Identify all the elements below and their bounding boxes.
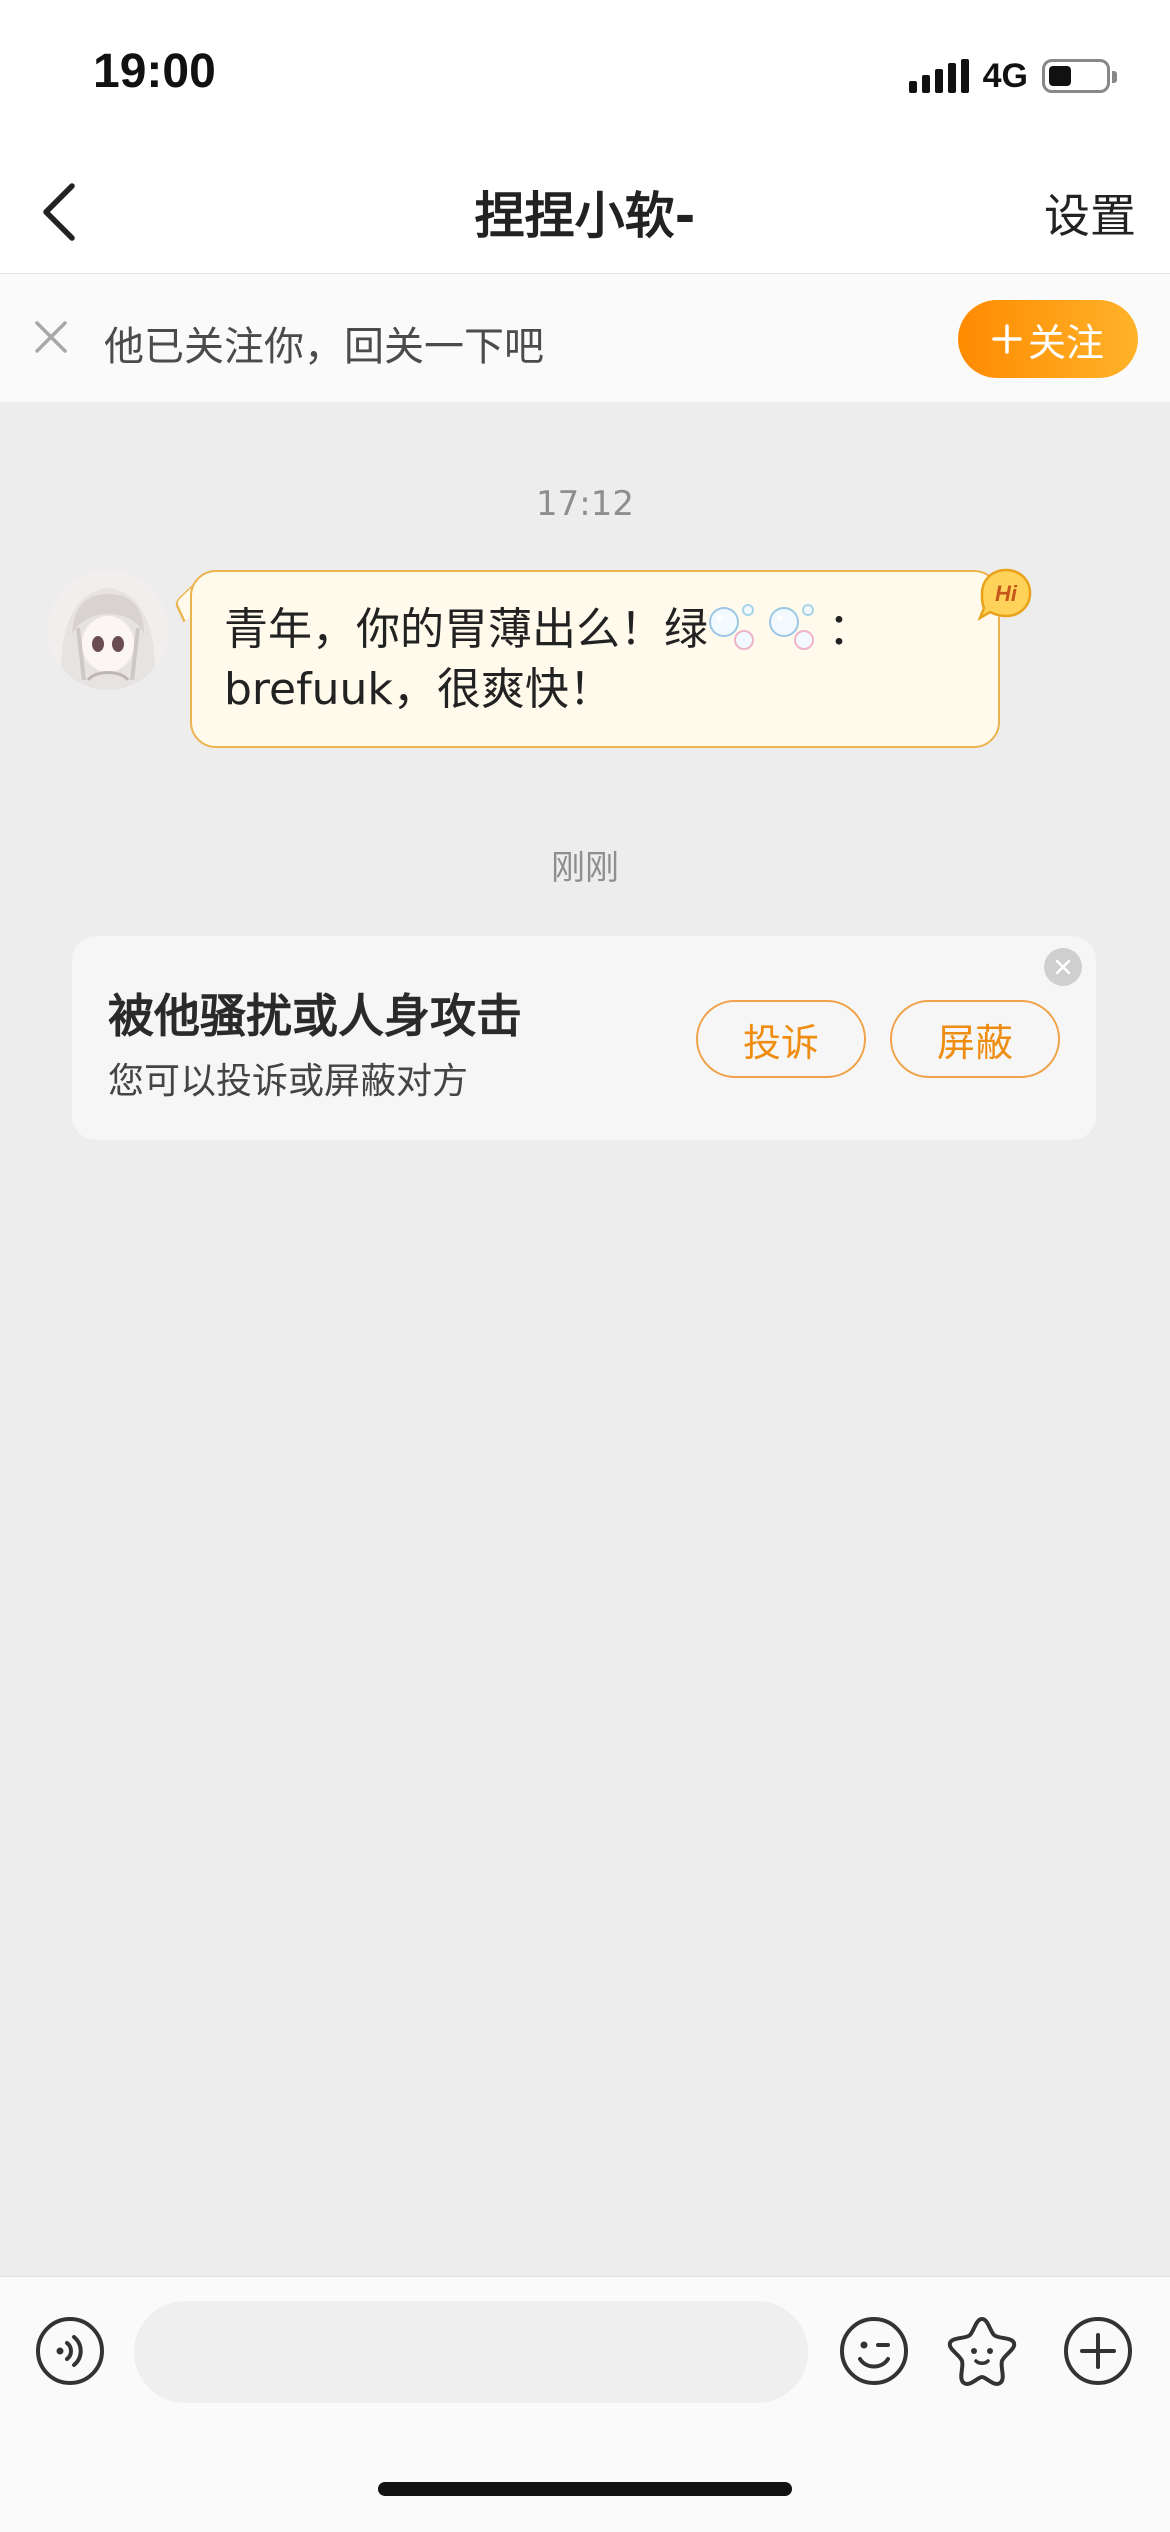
settings-button[interactable]: 设置: [1044, 180, 1136, 246]
battery-icon: [1042, 59, 1117, 93]
message-timestamp: 17:12: [536, 484, 634, 524]
system-timestamp: 刚刚: [551, 848, 619, 888]
status-bar: 19:00 4G: [0, 0, 1170, 150]
avatar[interactable]: [48, 570, 168, 690]
card-subtitle: 您可以投诉或屏蔽对方: [108, 1061, 469, 1102]
emoji-button[interactable]: [836, 2313, 912, 2389]
bubbles-emoji-icon: [708, 598, 768, 654]
close-icon: [35, 321, 67, 353]
message-bubble[interactable]: 青年，你的胃薄出么！绿 ： brefuuk，很爽快！: [190, 570, 1000, 748]
status-time: 19:00: [93, 45, 216, 98]
message-text-part2: ：: [828, 604, 872, 655]
card-title: 被他骚扰或人身攻击: [108, 989, 522, 1043]
close-icon: [1055, 959, 1071, 975]
avatar-image: [48, 570, 168, 690]
nav-bar: 捏捏小软- 设置: [0, 150, 1170, 274]
voice-icon: [36, 2317, 104, 2385]
signal-icon: [908, 59, 969, 93]
follow-button-label: 关注: [1027, 320, 1104, 365]
follow-back-banner: 他已关注你，回关一下吧 关注: [0, 274, 1170, 402]
bubbles-emoji-icon: [768, 598, 828, 654]
message-input[interactable]: [134, 2301, 808, 2403]
hi-badge-label: Hi: [995, 581, 1018, 606]
network-type: 4G: [982, 56, 1028, 95]
hi-badge: Hi: [974, 566, 1036, 622]
plus-icon: [992, 324, 1022, 354]
status-icons: 4G: [908, 54, 1117, 98]
plus-circle-icon: [1064, 2317, 1132, 2385]
more-button[interactable]: [1060, 2313, 1136, 2389]
home-indicator[interactable]: [378, 2482, 792, 2496]
emoji-icon: [840, 2317, 908, 2385]
page-title: 捏捏小软-: [474, 187, 696, 245]
message-text-line2: brefuuk，很爽快！: [224, 664, 613, 715]
follow-button[interactable]: 关注: [958, 300, 1138, 378]
message-text-part1: 青年，你的胃薄出么！绿: [224, 604, 708, 655]
banner-text: 他已关注你，回关一下吧: [104, 324, 544, 370]
voice-button[interactable]: [32, 2313, 108, 2389]
sticker-icon: [947, 2317, 1017, 2386]
report-button[interactable]: 投诉: [696, 1000, 866, 1078]
block-button[interactable]: 屏蔽: [890, 1000, 1060, 1078]
banner-close-button[interactable]: [26, 312, 76, 362]
harassment-report-card: 被他骚扰或人身攻击 您可以投诉或屏蔽对方 投诉 屏蔽: [72, 936, 1096, 1140]
card-close-button[interactable]: [1044, 948, 1082, 986]
sticker-button[interactable]: [944, 2313, 1020, 2389]
